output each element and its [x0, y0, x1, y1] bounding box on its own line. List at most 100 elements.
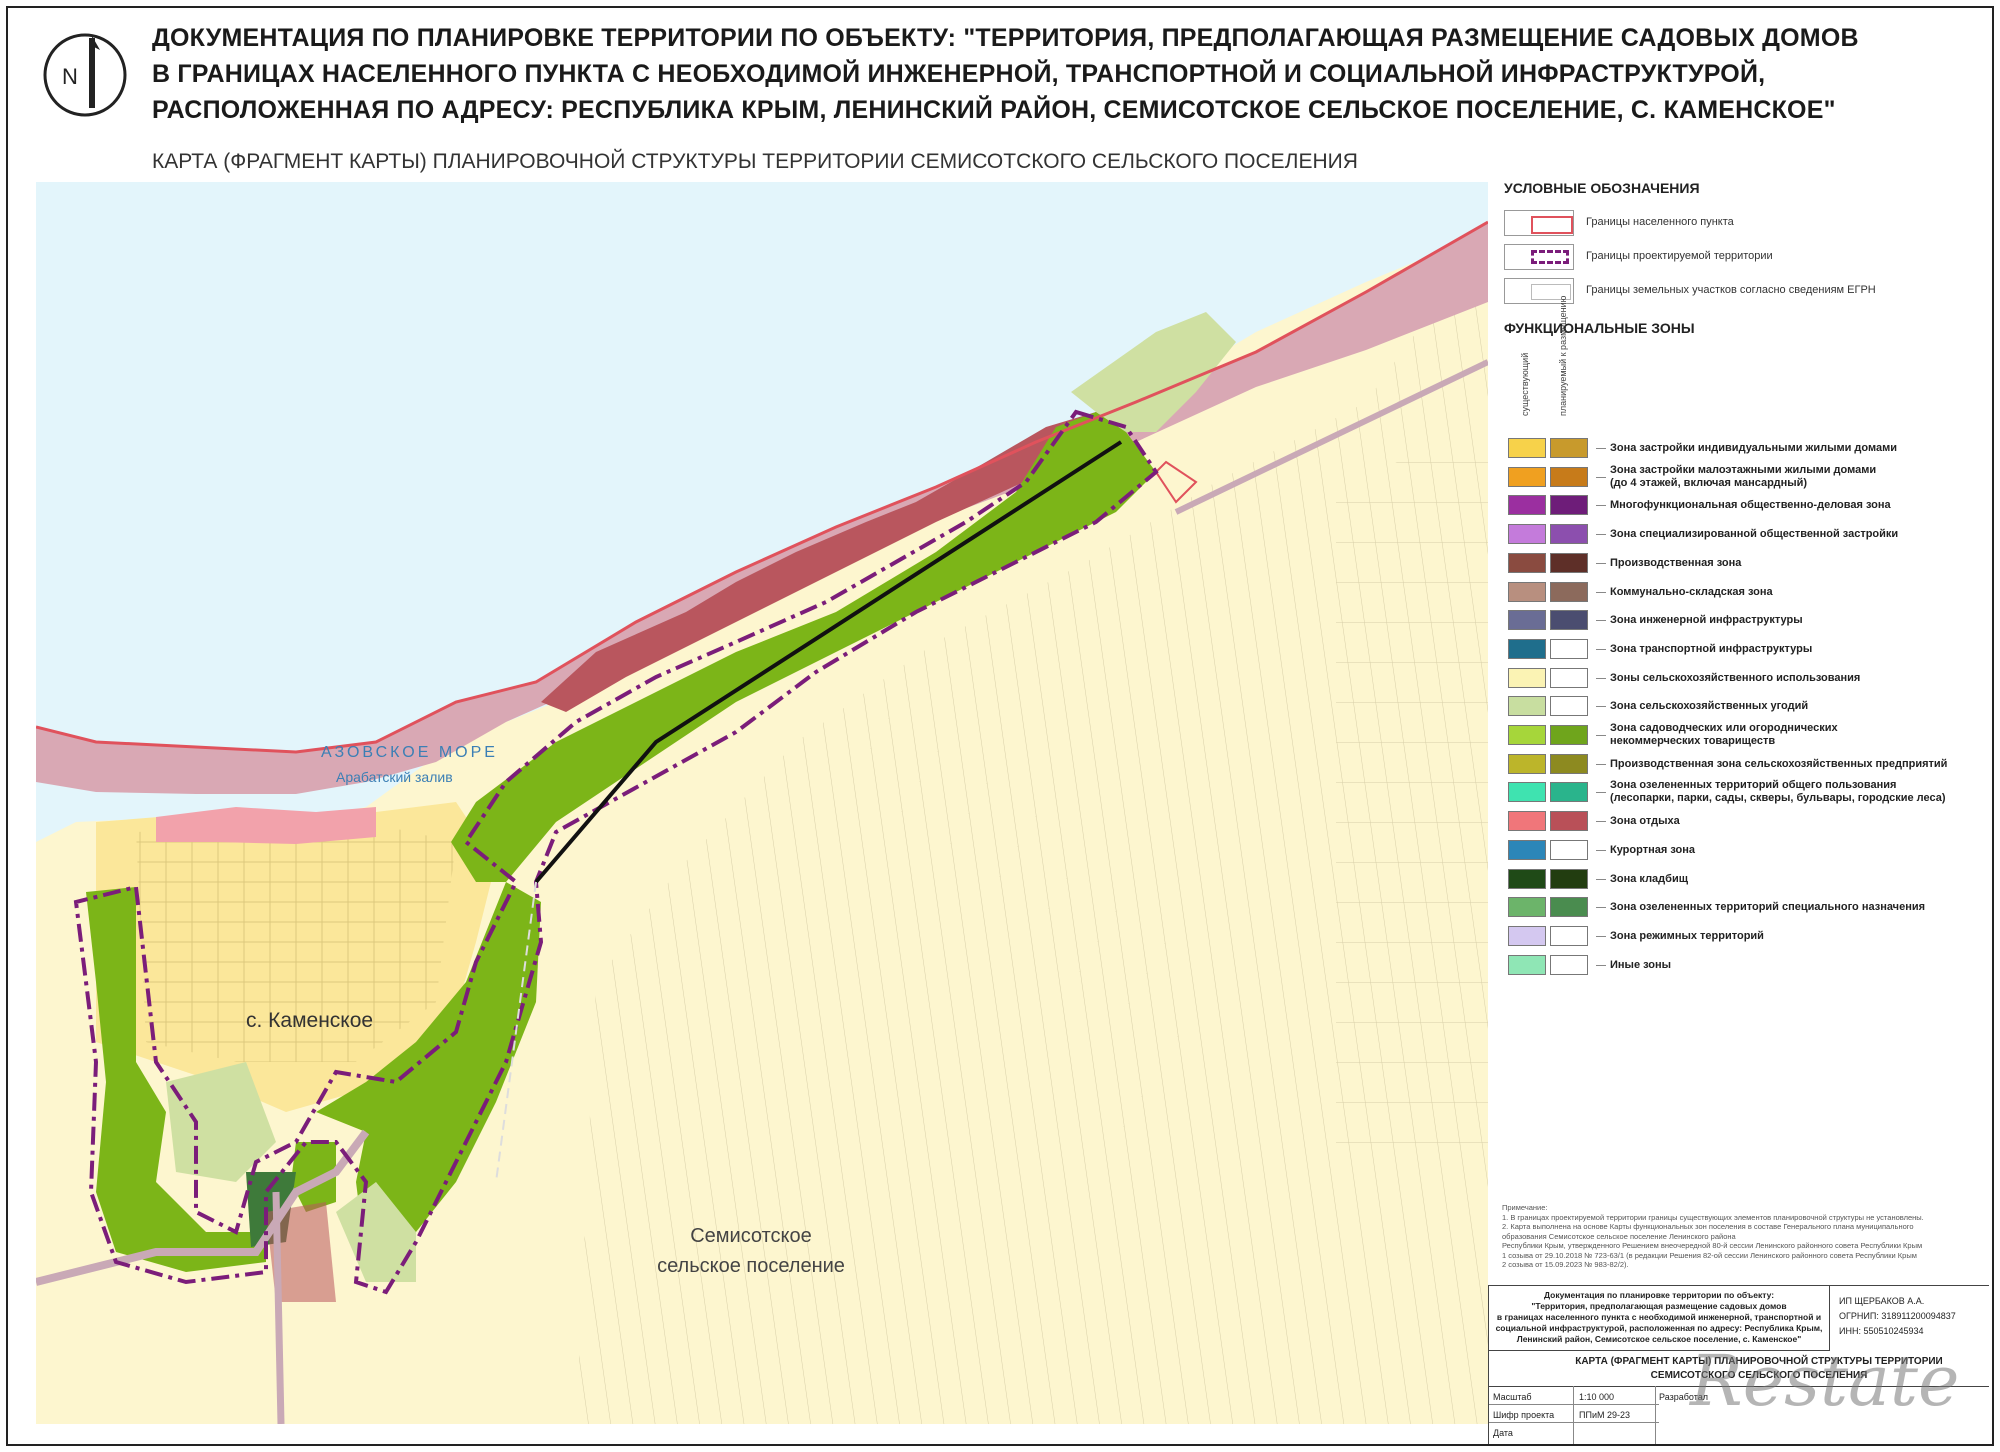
legend-zone-label: Зона транспортной инфраструктуры: [1610, 643, 1812, 656]
legend-zone-label: Зона озелененных территорий общего польз…: [1610, 779, 1946, 805]
legend-swatch-existing: [1508, 438, 1546, 458]
legend-swatch-planned: [1550, 782, 1588, 803]
legend-swatch-planned: [1550, 466, 1588, 487]
legend-swatch-planned: [1550, 610, 1588, 631]
legend-zone-label-line1: Многофункциональная общественно-деловая …: [1610, 499, 1891, 512]
legend-zone-label-line1: Зона режимных территорий: [1610, 929, 1764, 942]
stamp-cipher-label: Шифр проекта: [1493, 1410, 1555, 1420]
title-line-2: В ГРАНИЦАХ НАСЕЛЕННОГО ПУНКТА С НЕОБХОДИ…: [152, 60, 1766, 88]
legend-boundary-project-swatch: [1504, 244, 1574, 270]
legend-zone-row: Зона озелененных территорий общего польз…: [1500, 779, 1990, 806]
legend-zone-label-line1: Зона озелененных территорий общего польз…: [1610, 779, 1897, 792]
legend-swatch-existing: [1508, 495, 1546, 516]
legend-leader-line: [1596, 735, 1606, 736]
legend-zone-label: Многофункциональная общественно-деловая …: [1610, 499, 1891, 512]
legend-col-existing: существующий: [1520, 352, 1530, 416]
notes-line-6: 2 созыва от 15.09.2023 № 983-82/2).: [1502, 1260, 1629, 1269]
legend-swatch-existing: [1508, 868, 1546, 889]
legend-zone-label: Зона кладбищ: [1610, 873, 1688, 886]
legend-zone-label: Производственная зона: [1610, 557, 1741, 570]
legend-zone-label-line1: Зона застройки индивидуальными жилыми до…: [1610, 442, 1897, 454]
legend-zone-label: Зона отдыха: [1610, 815, 1680, 828]
legend-zone-row: Зона сельскохозяйственных угодий: [1500, 696, 1990, 720]
legend-col-planned: планируемый к размещению: [1558, 295, 1568, 416]
map-canvas[interactable]: АЗОВСКОЕ МОРЕ Арабатский залив с. Каменс…: [36, 182, 1488, 1424]
legend-zone-row: Зона транспортной инфраструктуры: [1500, 638, 1990, 663]
legend-swatch-existing: [1508, 610, 1546, 631]
legend-leader-line: [1596, 476, 1606, 478]
land-plots-hatch-east: [1336, 432, 1488, 1182]
legend-zone-label: Коммунально-складская зона: [1610, 586, 1773, 599]
village-name-label: с. Каменское: [246, 1009, 373, 1032]
legend-swatch-planned: [1550, 552, 1588, 573]
legend-zone-label: Зона инженерной инфраструктуры: [1610, 614, 1803, 627]
legend-zone-row: Зона специализированной общественной зас…: [1500, 524, 1990, 548]
watermark-logo: Restate: [1690, 1340, 1960, 1422]
legend-swatch-existing: [1508, 581, 1546, 602]
legend-swatch-planned: [1550, 868, 1588, 889]
legend-zone-label: Курортная зона: [1610, 844, 1695, 857]
legend-zone-label-line1: Зона садоводческих или огороднических: [1610, 722, 1838, 734]
stamp-doc-text: Документация по планировке территории по…: [1493, 1290, 1825, 1345]
north-arrow: N: [40, 30, 130, 120]
legend-zone-label-line1: Зона инженерной инфраструктуры: [1610, 614, 1803, 627]
legend-leader-line: [1596, 964, 1606, 966]
legend-leader-line: [1596, 821, 1606, 823]
legend-zone-label-line1: Производственная зона сельскохозяйственн…: [1610, 757, 1948, 770]
legend-leader-line: [1596, 878, 1606, 880]
legend-swatch-existing: [1508, 897, 1546, 918]
legend-zone-label: Зона застройки малоэтажными жилыми домам…: [1610, 464, 1876, 490]
north-letter: N: [62, 64, 78, 89]
legend-zone-label: Иные зоны: [1610, 959, 1671, 972]
legend-zone-row: Коммунально-складская зона: [1500, 581, 1990, 606]
legend-zone-label-line2: некоммерческих товариществ: [1610, 735, 1776, 747]
legend-zone-label-line2: (лесопарки, парки, сады, скверы, бульвар…: [1610, 792, 1946, 805]
notes-line-3: образования Семисотское сельское поселен…: [1502, 1231, 1736, 1241]
legend-leader-line: [1596, 792, 1606, 794]
legend-swatch-existing: [1508, 696, 1546, 717]
legend-leader-line: [1596, 706, 1606, 708]
legend-zone-label: Зона специализированной общественной зас…: [1610, 528, 1898, 541]
sea-name-label: АЗОВСКОЕ МОРЕ: [321, 744, 498, 761]
legend-swatch-planned: [1550, 638, 1588, 659]
map-notes: Примечание: 1. В границах проектируемой …: [1502, 1203, 1982, 1270]
settlement-name-line1: Семисотское: [690, 1225, 812, 1247]
legend-leader-line: [1596, 562, 1606, 564]
legend-zone-label-line1: Иные зоны: [1610, 958, 1672, 971]
legend-boundary-project-label: Границы проектируемой территории: [1586, 250, 1773, 262]
legend-swatch-existing: [1508, 954, 1546, 975]
legend-zone-row: Зона застройки индивидуальными жилыми до…: [1500, 438, 1990, 462]
stamp-doc-line-1: Документация по планировке территории по…: [1543, 1290, 1775, 1300]
legend-swatch-planned: [1550, 839, 1588, 860]
legend-zone-label: Зона садоводческих или огороднических нек…: [1610, 722, 1838, 748]
planning-map[interactable]: АЗОВСКОЕ МОРЕ Арабатский залив с. Каменс…: [36, 182, 1488, 1424]
bay-name-label: Арабатский залив: [336, 769, 453, 785]
legend-zone-row: Зона застройки малоэтажными жилыми домам…: [1500, 464, 1990, 491]
notes-heading: Примечание:: [1502, 1203, 1548, 1212]
legend-swatch-existing: [1508, 811, 1546, 832]
legend-swatch-planned: [1550, 897, 1588, 918]
settlement-name-line2: сельское поселение: [657, 1255, 845, 1277]
legend-zone-row: Курортная зона: [1500, 839, 1990, 864]
legend-zone-row: Многофункциональная общественно-деловая …: [1500, 495, 1990, 519]
stamp-date-label: Дата: [1493, 1428, 1513, 1438]
legend-swatch-planned: [1550, 753, 1588, 774]
legend-zone-row: Зона кладбищ: [1500, 868, 1990, 893]
stamp-doc-line-4: социальной инфраструктурой, расположенна…: [1495, 1323, 1823, 1333]
road-south: [272, 1191, 285, 1424]
legend-title: УСЛОВНЫЕ ОБОЗНАЧЕНИЯ: [1504, 180, 1700, 196]
legend-swatch-existing: [1508, 552, 1546, 573]
legend-zone-label-line1: Курортная зона: [1610, 843, 1695, 856]
legend-zone-label: Зона озелененных территорий специального…: [1610, 901, 1925, 914]
legend-leader-line: [1596, 677, 1606, 679]
notes-line-4: Республики Крым, утвержденного Решением …: [1502, 1241, 1923, 1250]
legend-zone-label-line1: Производственная зона: [1610, 556, 1742, 569]
legend-swatch-existing: [1508, 466, 1546, 487]
legend-leader-line: [1596, 648, 1606, 650]
legend-zone-row: Зона садоводческих или огороднических нек…: [1500, 722, 1990, 749]
legend-swatch-existing: [1508, 753, 1546, 774]
legend-swatch-existing: [1508, 925, 1546, 946]
legend-leader-line: [1596, 505, 1606, 507]
legend-zone-label: Зона застройки индивидуальными жилыми до…: [1610, 442, 1897, 455]
legend-zone-label-line1: Зона сельскохозяйственных угодий: [1610, 700, 1809, 713]
